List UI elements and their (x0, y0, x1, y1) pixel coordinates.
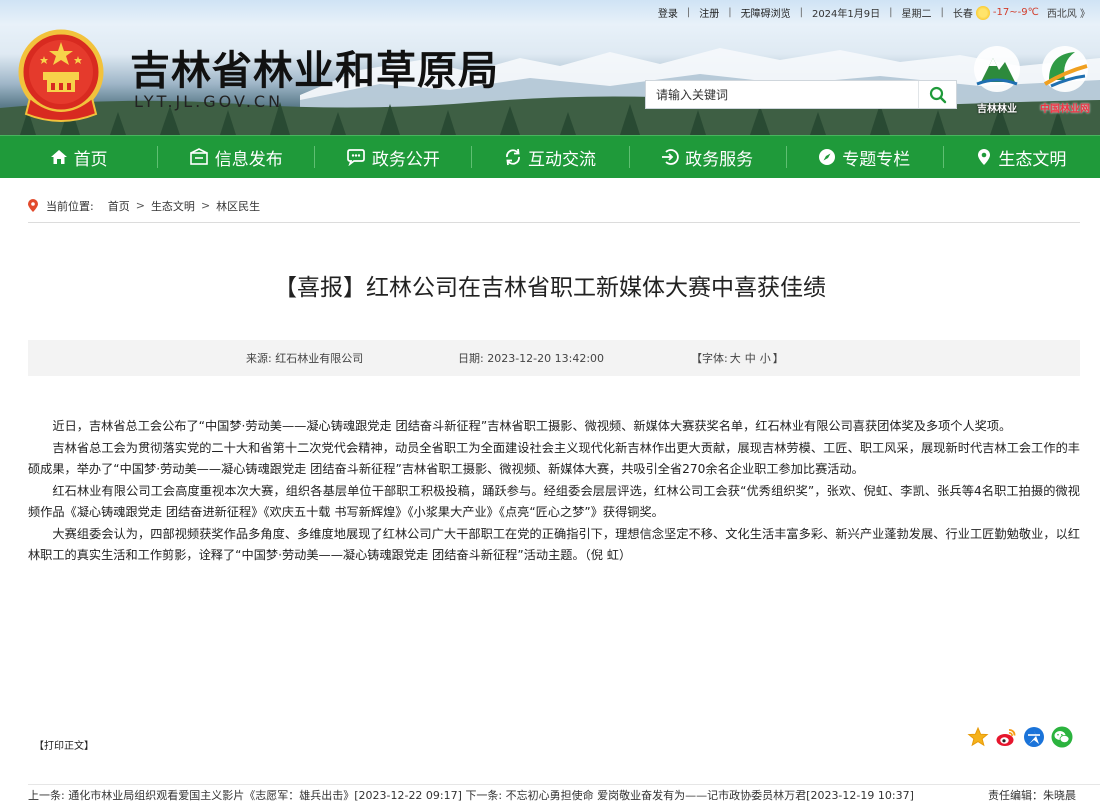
article-source: 来源: 红石林业有限公司 (246, 352, 364, 365)
site-domain: LYT.JL.GOV.CN (134, 92, 284, 111)
nav-item-info-release[interactable]: 信息发布 (157, 136, 314, 178)
weather-city: 长春 (952, 9, 973, 20)
font-size-close: 】 (772, 352, 784, 365)
article-paragraph: 吉林省总工会为贯彻落实党的二十大和省第十二次党代会精神，动员全省职工为全面建设社… (28, 440, 1080, 477)
breadcrumb-item-home[interactable]: 首页 (108, 198, 130, 214)
nav-item-ecological-civilization[interactable]: 生态文明 (942, 136, 1100, 178)
current-weekday: 星期二 (901, 9, 932, 20)
prev-article-label: 上一条: (28, 789, 65, 802)
nav-item-label: 政务服务 (685, 149, 754, 170)
accessible-browsing-link[interactable]: 无障碍浏览 (741, 5, 791, 20)
nav-item-label: 政务公开 (371, 149, 440, 170)
sunny-icon (975, 5, 990, 20)
separator: | (728, 7, 732, 18)
prev-next-bar: 上一条: 通化市林业局组织观看爱国主义影片《志愿军：雄兵出击》[2023-12-… (28, 784, 1100, 803)
info-icon (189, 148, 208, 165)
breadcrumb-label: 当前位置: (46, 199, 94, 213)
login-link[interactable]: 登录 (658, 5, 678, 20)
wechat-icon (1051, 726, 1073, 748)
font-size-small[interactable]: 小 (760, 352, 771, 365)
jilin-forestry-logo-caption: 吉林林业 (977, 104, 1017, 115)
article-paragraph: 近日，吉林省总工会公布了“中国梦·劳动美——凝心铸魂跟党走 团结奋斗新征程”吉林… (52, 419, 1012, 433)
next-article-link[interactable]: 不忘初心勇担使命 爱岗敬业奋发有为——记市政协委员林万君[2023-12-19 … (506, 789, 914, 802)
share-bar (966, 725, 1074, 749)
site-header: 登录 | 注册 | 无障碍浏览 | 2024年1月9日 | 星期二 | 长春 -… (0, 0, 1100, 135)
register-link[interactable]: 注册 (699, 5, 719, 20)
china-forestry-net-logo-caption: 中国林业网 (1040, 104, 1090, 115)
share-weibo-button[interactable] (994, 725, 1018, 749)
nav-item-label: 互动交流 (527, 149, 596, 170)
sync-icon (506, 148, 520, 166)
search-icon (929, 86, 946, 103)
share-wechat-button[interactable] (1050, 725, 1074, 749)
article-meta-bar: 来源: 红石林业有限公司 日期: 2023-12-20 13:42:00 【字体… (28, 340, 1080, 376)
search-box (645, 80, 957, 109)
weather-temperature: -17~-9℃ (992, 7, 1039, 18)
nav-item-interaction[interactable]: 互动交流 (471, 136, 628, 178)
main-nav: 首页 信息发布 政务公开 互动交流 政务服务 专题专栏 生态文明 (0, 135, 1100, 178)
nav-item-government-services[interactable]: 政务服务 (628, 136, 786, 178)
nav-item-label: 信息发布 (214, 149, 283, 170)
location-pin-icon (28, 199, 38, 212)
china-forestry-net-logo-icon (1042, 46, 1088, 92)
search-input[interactable] (646, 81, 918, 108)
search-button[interactable] (918, 81, 956, 108)
national-emblem-icon (18, 29, 104, 122)
article-paragraph: 红石林业有限公司工会高度重视本次大赛，组织各基层单位干部职工积极投稿，踊跃参与。… (28, 483, 1080, 520)
nav-item-label: 生态文明 (998, 149, 1067, 170)
jilin-forestry-logo-icon (974, 46, 1020, 92)
share-qzone-button[interactable] (1022, 725, 1046, 749)
breadcrumb-separator: > (135, 199, 145, 212)
breadcrumb-item-forest-livelihood[interactable]: 林区民生 (216, 198, 260, 214)
nav-item-home[interactable]: 首页 (0, 136, 157, 178)
print-article-link[interactable]: 【打印正文】 (34, 737, 94, 752)
compass-icon (819, 149, 836, 165)
prev-article-link[interactable]: 通化市林业局组织观看爱国主义影片《志愿军：雄兵出击》[2023-12-22 09… (68, 789, 462, 802)
font-size-label: 【字体: (691, 352, 728, 365)
font-size-medium[interactable]: 中 (745, 352, 756, 365)
separator: | (799, 7, 803, 18)
jilin-forestry-logo[interactable]: 吉林林业 (966, 44, 1028, 115)
breadcrumb-item-ecological[interactable]: 生态文明 (151, 198, 195, 214)
china-forestry-net-logo[interactable]: 中国林业网 (1032, 44, 1098, 115)
weather-wind: 西北风 》 (1046, 9, 1090, 20)
breadcrumb-separator: > (200, 199, 211, 212)
next-article-label: 下一条: (465, 789, 503, 802)
font-size-switcher: 【字体: 大中小】 (691, 350, 784, 366)
breadcrumb: 当前位置: 首页 > 生态文明 > 林区民生 (28, 195, 1080, 223)
nav-item-label: 专题专栏 (842, 149, 911, 170)
home-icon (50, 150, 67, 164)
top-utility-bar: 登录 | 注册 | 无障碍浏览 | 2024年1月9日 | 星期二 | 长春 -… (658, 5, 1090, 20)
article-title: 【喜报】红林公司在吉林省职工新媒体大赛中喜获佳绩 (274, 275, 826, 301)
nav-item-special-topics[interactable]: 专题专栏 (785, 136, 943, 178)
nav-item-label: 首页 (73, 149, 108, 170)
separator: | (940, 7, 944, 18)
font-size-large[interactable]: 大 (730, 352, 741, 365)
share-favorite-button[interactable] (966, 725, 990, 749)
weibo-icon (996, 729, 1016, 746)
login-icon (662, 149, 679, 165)
chat-icon (346, 149, 365, 166)
current-date: 2024年1月9日 (811, 9, 881, 20)
responsible-editor: 责任编辑：朱晓晨 (988, 789, 1076, 802)
nav-item-government-affairs[interactable]: 政务公开 (314, 136, 471, 178)
separator: | (889, 7, 893, 18)
article-date: 日期: 2023-12-20 13:42:00 (458, 352, 605, 365)
site-title: 吉林省林业和草原局 (130, 47, 499, 94)
star-icon (967, 726, 989, 747)
location-icon (978, 149, 991, 165)
article-paragraph: 大赛组委会认为，四部视频获奖作品多角度、多维度地展现了红林公司广大干部职工在党的… (28, 526, 1080, 563)
qzone-icon (1024, 727, 1044, 747)
article-body: 近日，吉林省总工会公布了“中国梦·劳动美——凝心铸魂跟党走 团结奋斗新征程”吉林… (28, 416, 1080, 567)
separator: | (686, 7, 691, 18)
